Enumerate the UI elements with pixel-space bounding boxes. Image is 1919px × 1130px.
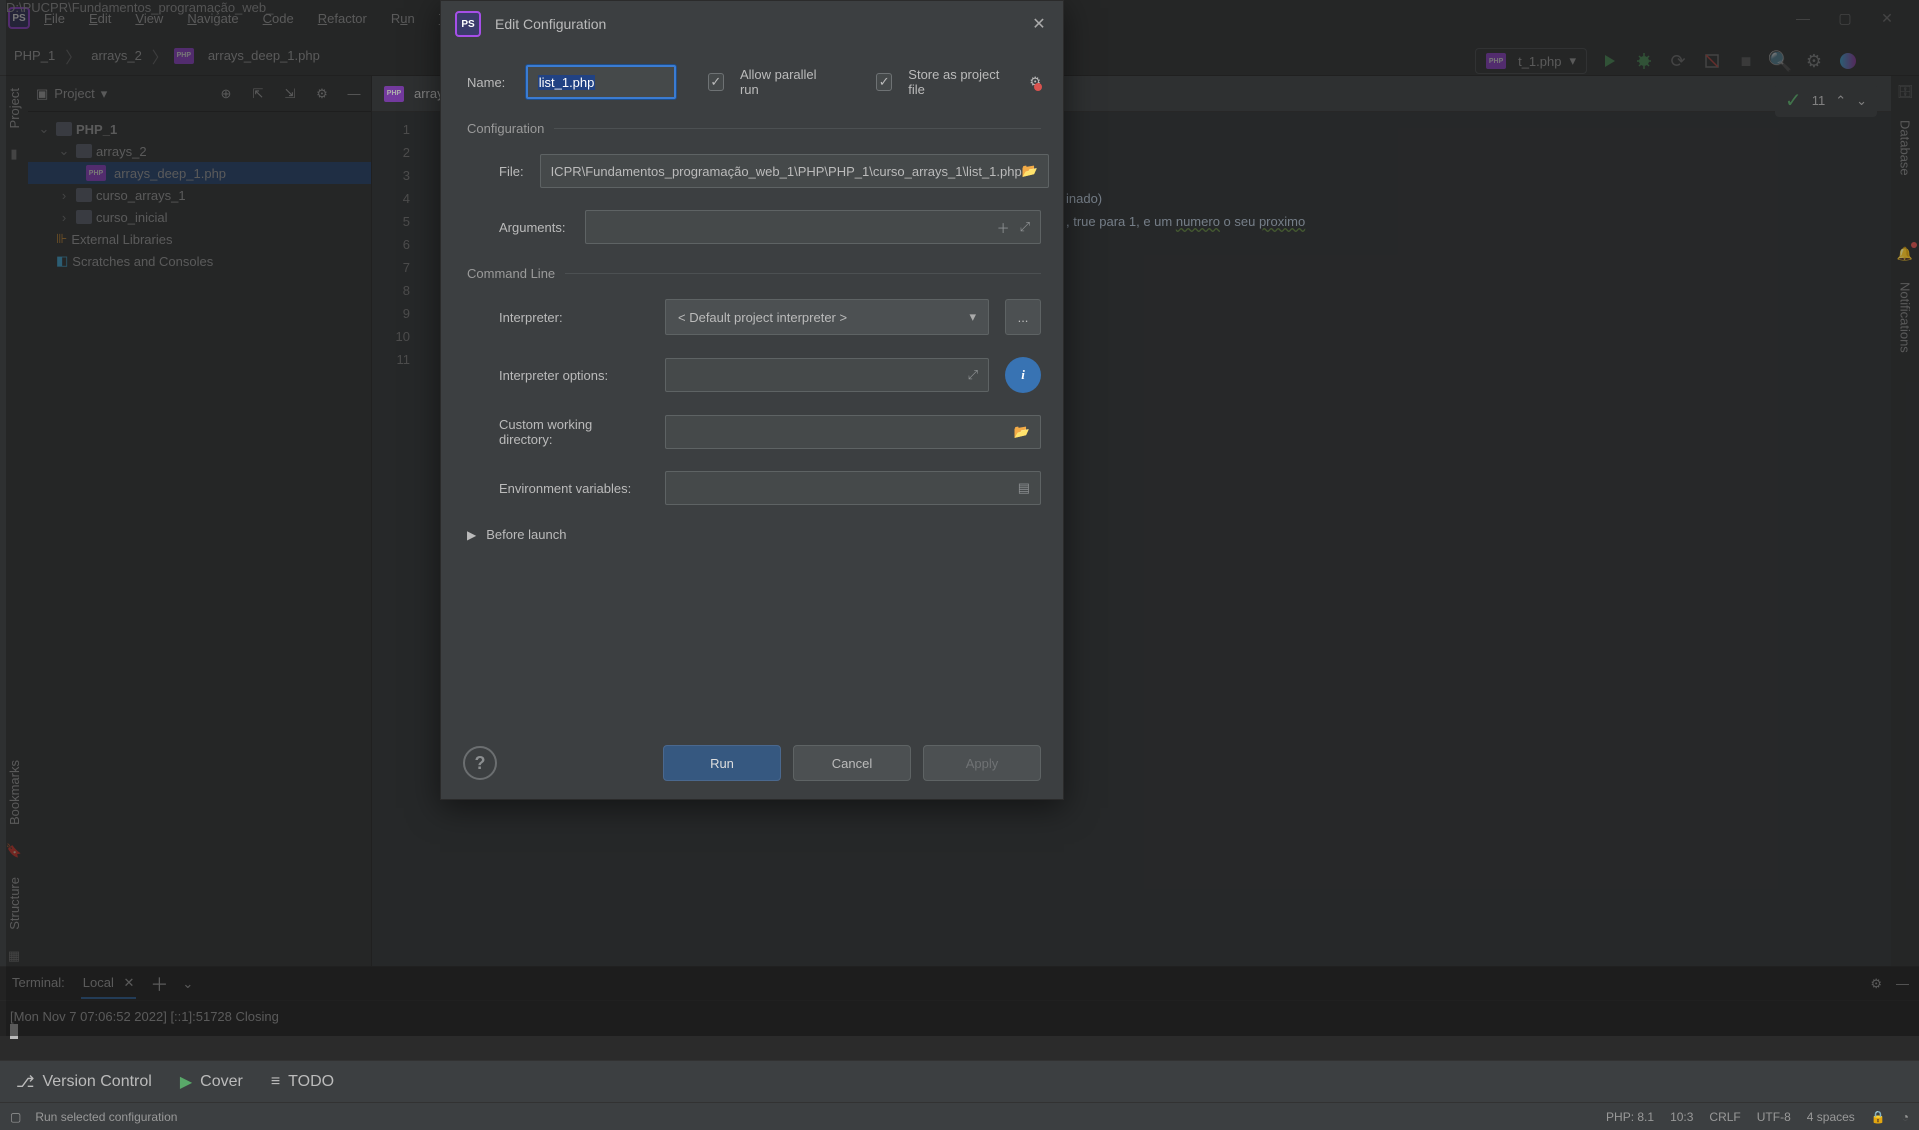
edit-configuration-dialog: PS Edit Configuration ✕ Name: list_1.php…	[440, 0, 1064, 800]
section-configuration: Configuration	[467, 121, 1041, 136]
name-row: Name: list_1.php Allow parallel run Stor…	[467, 65, 1041, 99]
chevron-down-icon: ▾	[969, 309, 976, 325]
status-square-icon[interactable]: ▢	[10, 1110, 21, 1124]
allow-parallel-checkbox[interactable]	[708, 73, 724, 91]
expand-icon[interactable]: ⤢	[1020, 219, 1030, 235]
name-label: Name:	[467, 75, 510, 90]
interpreter-options-input[interactable]: ⤢	[665, 358, 989, 392]
status-message: Run selected configuration	[35, 1110, 177, 1124]
folder-browse-icon[interactable]: 📂	[1014, 424, 1030, 440]
cwd-label: Custom working directory:	[499, 417, 649, 447]
file-input[interactable]: ICPR\Fundamentos_programação_web_1\PHP\P…	[540, 154, 1049, 188]
interpreter-row: Interpreter: < Default project interpret…	[467, 299, 1041, 335]
status-php[interactable]: PHP: 8.1	[1606, 1110, 1654, 1124]
status-indicator-icon[interactable]: ◔	[1902, 1110, 1909, 1124]
status-line-sep[interactable]: CRLF	[1709, 1110, 1740, 1124]
allow-parallel-label: Allow parallel run	[740, 67, 828, 97]
bottom-toolbar: ⎇ Version Control ▶ Cover ≡ TODO	[0, 1060, 1919, 1102]
run-button[interactable]: Run	[663, 745, 781, 781]
list-icon[interactable]: ▤	[1018, 480, 1030, 496]
app-icon: PS	[455, 11, 481, 37]
status-caret[interactable]: 10:3	[1670, 1110, 1693, 1124]
add-argument-icon[interactable]: ＋	[997, 218, 1010, 237]
arguments-input[interactable]: ＋ ⤢	[585, 210, 1041, 244]
file-row: File: ICPR\Fundamentos_programação_web_1…	[467, 154, 1041, 188]
bb-label: TODO	[288, 1073, 334, 1091]
cwd-input[interactable]: 📂	[665, 415, 1041, 449]
expand-icon[interactable]: ⤢	[968, 367, 978, 383]
interpreter-options-row: Interpreter options: ⤢ i	[467, 357, 1041, 393]
status-encoding[interactable]: UTF-8	[1757, 1110, 1791, 1124]
play-icon: ▶	[180, 1072, 192, 1092]
bb-label: Cover	[200, 1073, 243, 1091]
branch-icon: ⎇	[16, 1072, 34, 1092]
close-dialog-button[interactable]: ✕	[1029, 14, 1049, 34]
interpreter-label: Interpreter:	[499, 310, 649, 325]
interpreter-value: < Default project interpreter >	[678, 310, 847, 325]
chevron-right-icon: ▶	[467, 528, 476, 542]
dialog-footer: ? Run Cancel Apply	[441, 727, 1063, 799]
dialog-body: Name: list_1.php Allow parallel run Stor…	[441, 47, 1063, 727]
folder-browse-icon[interactable]: 📂	[1022, 163, 1038, 179]
status-bar: ▢ Run selected configuration PHP: 8.1 10…	[0, 1102, 1919, 1130]
env-label: Environment variables:	[499, 481, 649, 496]
version-control-button[interactable]: ⎇ Version Control	[16, 1072, 152, 1092]
cwd-row: Custom working directory: 📂	[467, 415, 1041, 449]
interpreter-browse-button[interactable]: ...	[1005, 299, 1041, 335]
dialog-header: PS Edit Configuration ✕	[441, 1, 1063, 47]
cancel-button[interactable]: Cancel	[793, 745, 911, 781]
info-button[interactable]: i	[1005, 357, 1041, 393]
name-value: list_1.php	[538, 75, 596, 90]
interpreter-options-label: Interpreter options:	[499, 368, 649, 383]
dialog-title: Edit Configuration	[495, 16, 606, 32]
arguments-label: Arguments:	[499, 220, 569, 235]
status-indent[interactable]: 4 spaces	[1807, 1110, 1855, 1124]
gear-icon[interactable]: ⚙	[1029, 74, 1041, 90]
before-launch-section[interactable]: ▶ Before launch	[467, 527, 1041, 542]
bb-label: Version Control	[42, 1073, 151, 1091]
before-launch-label: Before launch	[486, 527, 566, 542]
arguments-row: Arguments: ＋ ⤢	[467, 210, 1041, 244]
help-button[interactable]: ?	[463, 746, 497, 780]
section-commandline: Command Line	[467, 266, 1041, 281]
list-icon: ≡	[271, 1073, 280, 1091]
env-input[interactable]: ▤	[665, 471, 1041, 505]
env-row: Environment variables: ▤	[467, 471, 1041, 505]
store-project-label: Store as project file	[908, 67, 1007, 97]
file-value: ICPR\Fundamentos_programação_web_1\PHP\P…	[551, 164, 1022, 179]
todo-button[interactable]: ≡ TODO	[271, 1073, 334, 1091]
name-input[interactable]: list_1.php	[526, 65, 676, 99]
lock-icon[interactable]: 🔒	[1871, 1110, 1886, 1124]
store-project-checkbox[interactable]	[876, 73, 892, 91]
file-label: File:	[499, 164, 524, 179]
interpreter-select[interactable]: < Default project interpreter > ▾	[665, 299, 989, 335]
apply-button[interactable]: Apply	[923, 745, 1041, 781]
cover-button[interactable]: ▶ Cover	[180, 1072, 243, 1092]
